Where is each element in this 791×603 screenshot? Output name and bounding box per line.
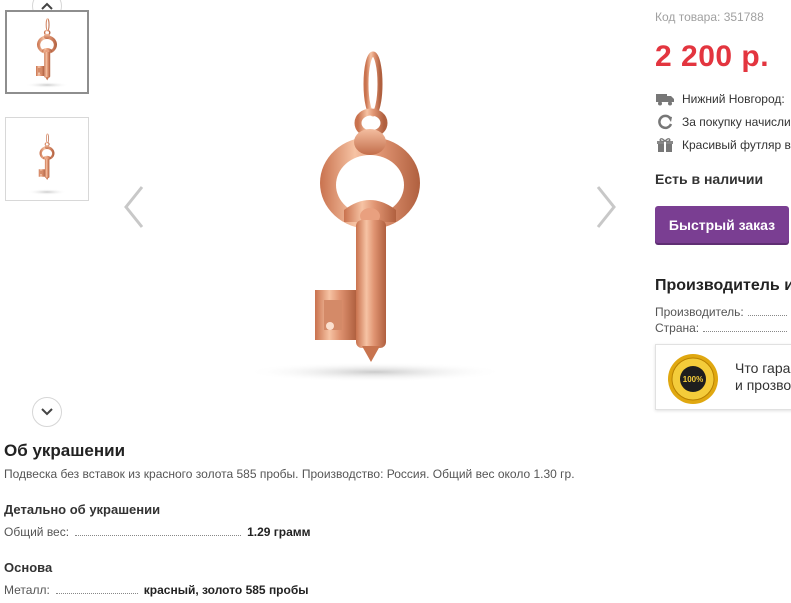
- feature-gift-box: Красивый футляр в: [655, 136, 791, 154]
- manufacturer-label: Производитель:: [655, 305, 744, 319]
- stock-status: Есть в наличии: [655, 171, 764, 187]
- feature-text: Нижний Новгород:: [682, 92, 785, 106]
- guarantee-banner[interactable]: 100% Что гара и прозво: [655, 344, 791, 410]
- truck-icon: [656, 94, 674, 106]
- country-row: Страна:: [655, 321, 791, 335]
- guarantee-text: Что гара и прозво: [735, 360, 791, 394]
- key-image-thumb-side: [27, 133, 67, 195]
- feature-bonus: За покупку начисли: [655, 113, 791, 131]
- guarantee-seal-icon: 100%: [668, 354, 718, 404]
- about-title: Об украшении: [4, 441, 126, 460]
- base-title: Основа: [4, 560, 53, 575]
- thumbnail-key-front[interactable]: [5, 10, 89, 94]
- chevron-left-icon: [124, 186, 144, 228]
- dotted-leader: [55, 593, 138, 594]
- dotted-leader: [703, 331, 787, 332]
- spec-metal: Металл: красный, золото 585 пробы: [4, 583, 309, 597]
- chevron-down-icon: [41, 408, 53, 416]
- spec-weight: Общий вес: 1.29 грамм: [4, 525, 311, 539]
- gift-icon: [657, 138, 673, 152]
- main-product-image: [230, 50, 520, 390]
- key-image-thumb: [25, 18, 69, 88]
- thumbnail-key-side[interactable]: [5, 117, 89, 201]
- guarantee-seal-text: 100%: [683, 375, 703, 384]
- spec-label: Металл:: [4, 583, 50, 597]
- thumbs-down-arrow-button[interactable]: [32, 397, 62, 427]
- chevron-up-icon: [41, 2, 53, 10]
- details-title: Детально об украшении: [4, 502, 161, 517]
- spec-value: 1.29 грамм: [247, 525, 311, 539]
- product-price: 2 200 р.: [655, 40, 770, 73]
- manufacturer-title: Производитель и: [655, 277, 791, 294]
- manufacturer-row: Производитель:: [655, 305, 791, 319]
- chevron-right-icon: [596, 186, 616, 228]
- spec-value: красный, золото 585 пробы: [143, 583, 309, 597]
- dotted-leader: [75, 535, 242, 536]
- refresh-icon: [658, 114, 673, 130]
- feature-text: За покупку начисли: [682, 115, 791, 129]
- next-image-button[interactable]: [590, 182, 620, 232]
- about-description: Подвеска без вставок из красного золота …: [4, 467, 575, 481]
- dotted-leader: [747, 315, 787, 316]
- feature-text: Красивый футляр в: [682, 138, 791, 152]
- quick-order-button[interactable]: Быстрый заказ: [655, 206, 789, 243]
- prev-image-button[interactable]: [120, 182, 150, 232]
- country-label: Страна:: [655, 321, 700, 335]
- product-code: Код товара: 351788: [655, 10, 764, 24]
- feature-delivery: Нижний Новгород:: [655, 90, 785, 108]
- guarantee-line: Что гара: [735, 360, 791, 376]
- spec-label: Общий вес:: [4, 525, 70, 539]
- guarantee-line: и прозво: [735, 377, 791, 393]
